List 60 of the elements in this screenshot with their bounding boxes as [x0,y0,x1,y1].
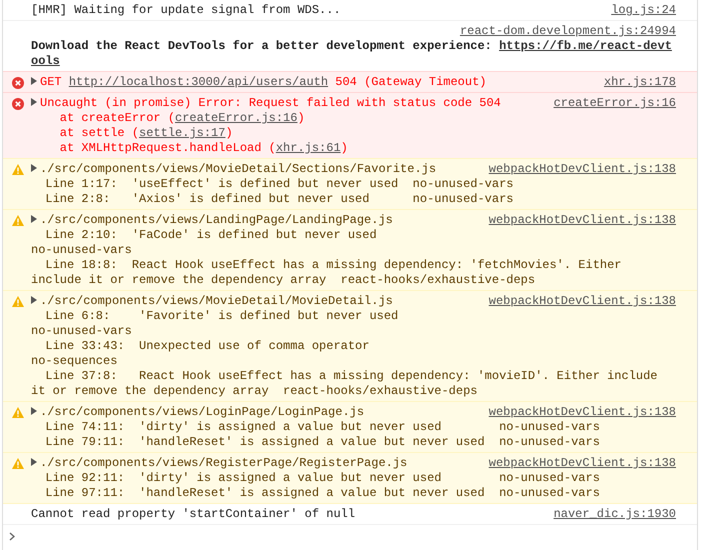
message-line: Line 74:11: 'dirty' is assigned a value but never used no-unused-vars [44,420,600,435]
link[interactable]: ools [31,54,60,68]
message-line: Line 33:43: Unexpected use of comma operator [44,339,370,354]
message-line: at createError (createError.js:16) [58,111,305,126]
source-link[interactable]: createError.js:16 [554,96,676,111]
source-link[interactable]: log.js:24 [611,3,676,18]
message-line: include it or remove the dependency array react-hooks/exhaustive-deps [31,273,536,288]
source-link[interactable]: webpackHotDevClient.js:138 [488,294,676,309]
message-line: at settle (settle.js:17) [58,126,233,141]
warning-icon [12,164,24,175]
message-line: Line 2:8: 'Axios' is defined but never used no-unused-vars [44,192,514,207]
message-line: ./src/components/views/MovieDetail/MovieDetail.js [31,294,393,309]
prompt-chevron-icon [9,532,15,540]
message-line: Line 18:8: React Hook useEffect has a missing dependency: 'fetchMovies'. Either [44,258,622,273]
message-line: no-sequences [31,354,118,369]
source-link[interactable]: webpackHotDevClient.js:138 [488,162,676,177]
link[interactable]: settle.js:17 [139,126,226,140]
source-link[interactable]: xhr.js:178 [604,75,676,90]
link[interactable]: createError.js:16 [175,111,298,125]
warning-icon [12,296,24,307]
message-line: Line 2:10: 'FaCode' is defined but never used [44,228,377,243]
message-line: Line 1:17: 'useEffect' is defined but never used no-unused-vars [44,177,514,192]
expand-triangle-icon[interactable] [31,164,38,172]
source-link[interactable]: webpackHotDevClient.js:138 [488,456,676,471]
message-line: Line 97:11: 'handleReset' is assigned a value but never used no-unused-vars [44,486,600,501]
message-line: ./src/components/views/RegisterPage/RegisterPage.js [31,456,408,471]
expand-triangle-icon[interactable] [31,77,38,85]
error-icon [12,77,24,89]
link[interactable]: https://fb.me/react-devt [499,39,672,53]
message-line: it or remove the dependency array react-hooks/exhaustive-deps [31,384,478,399]
message-line: ./src/components/views/MovieDetail/Sections/Favorite.js [31,162,436,177]
source-link[interactable]: webpackHotDevClient.js:138 [488,405,676,420]
message-line: [HMR] Waiting for update signal from WDS... [31,3,341,18]
message-line: Cannot read property 'startContainer' of null [31,507,356,522]
message-line: Line 92:11: 'dirty' is assigned a value but never used no-unused-vars [44,471,600,486]
expand-triangle-icon[interactable] [31,407,38,415]
link[interactable]: xhr.js:61 [276,141,341,155]
expand-triangle-icon[interactable] [31,458,38,466]
message-line: Line 37:8: React Hook useEffect has a missing dependency: 'movieID'. Either include [44,369,658,384]
message-line: Line 6:8: 'Favorite' is defined but never used [44,309,398,324]
message-line: ./src/components/views/LoginPage/LoginPage.js [31,405,364,420]
source-link[interactable]: react-dom.development.js:24994 [460,24,676,39]
message-line: Line 79:11: 'handleReset' is assigned a value but never used no-unused-vars [44,435,600,450]
source-link[interactable]: naver_dic.js:1930 [554,507,676,522]
message-line: Uncaught (in promise) Error: Request failed with status code 504 [31,96,501,111]
message-line: no-unused-vars [31,243,132,258]
link[interactable]: http://localhost:3000/api/users/auth [68,75,328,89]
warning-icon [12,458,24,469]
warning-icon [12,215,24,226]
message-line: GET http://localhost:3000/api/users/auth 504 (Gateway Timeout) [31,75,486,90]
expand-triangle-icon[interactable] [31,296,38,304]
message-line: at XMLHttpRequest.handleLoad (xhr.js:61) [58,141,348,156]
source-link[interactable]: webpackHotDevClient.js:138 [488,213,676,228]
expand-triangle-icon[interactable] [31,215,38,223]
message-line: Download the React DevTools for a better development experience: https://fb.me/react-devt [31,39,672,54]
warning-icon [12,407,24,418]
message-line: no-unused-vars [31,324,132,339]
error-icon [12,98,24,110]
message-line: ./src/components/views/LandingPage/LandingPage.js [31,213,393,228]
expand-triangle-icon[interactable] [31,98,38,106]
